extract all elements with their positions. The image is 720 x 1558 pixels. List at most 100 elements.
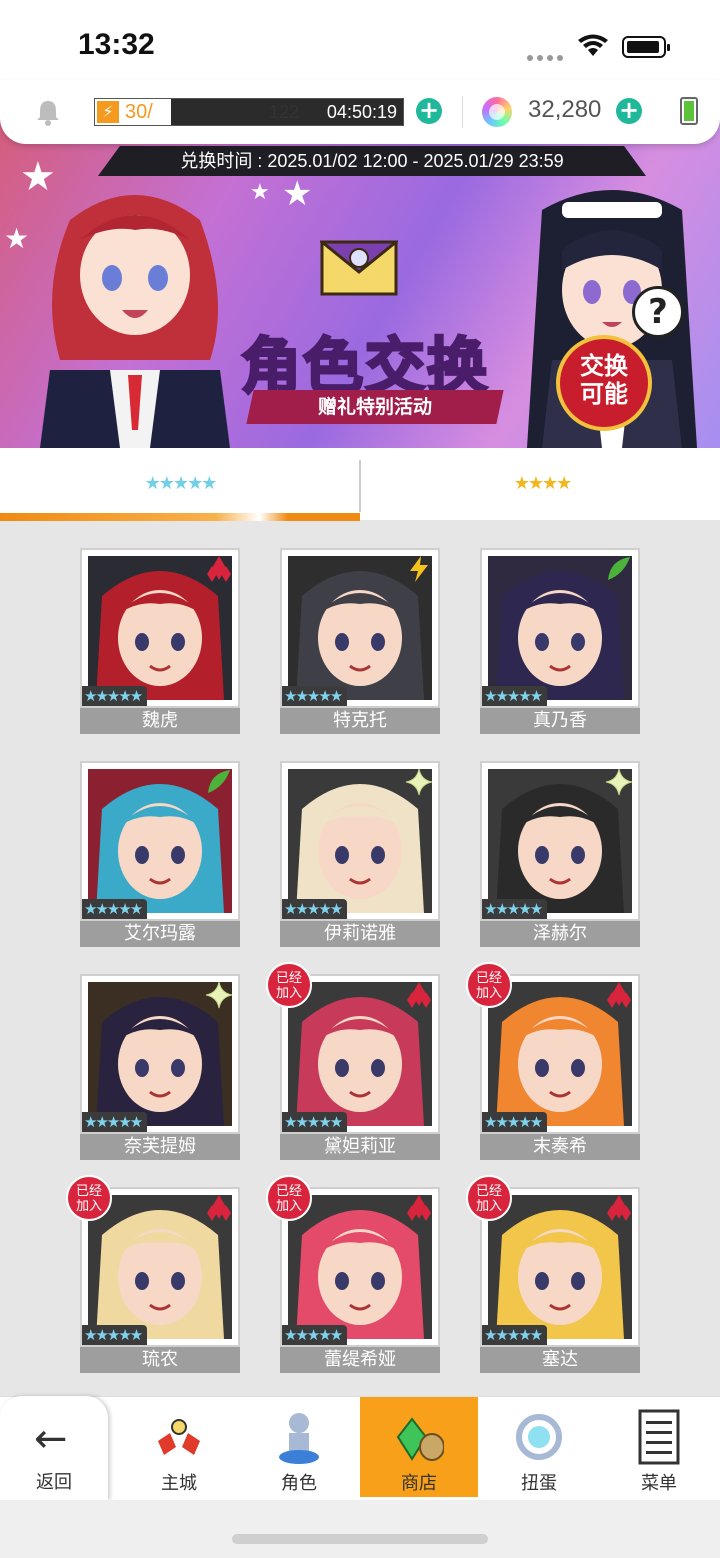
tab-separator (359, 460, 361, 512)
character-card[interactable]: ★★★★★ 蕾缇希娅 已经 加入 (266, 1175, 440, 1373)
diamond-element-icon (404, 980, 434, 1010)
gift-envelope-icon (320, 240, 398, 296)
exchange-period: 兑换时间 : 2025.01/02 12:00 - 2025.01/29 23:… (180, 151, 564, 171)
sparkle-element-icon (404, 767, 434, 797)
status-time: 13:32 (78, 28, 155, 61)
diamond-element-icon (204, 554, 234, 584)
joined-badge: 已经 加入 (466, 962, 512, 1008)
character-name: 蕾缇希娅 (280, 1347, 440, 1373)
character-name: 真乃香 (480, 708, 640, 734)
leaf-element-icon (204, 767, 234, 797)
device-battery-icon (680, 97, 698, 125)
resource-divider (462, 96, 463, 128)
character-name: 塞达 (480, 1347, 640, 1373)
character-card[interactable]: ★★★★★ 魏虎 (80, 548, 240, 734)
lightning-icon: ⚡ (97, 101, 119, 123)
character-card[interactable]: ★★★★★ 泽赫尔 (480, 761, 640, 947)
nav-label: 主城 (161, 1473, 197, 1494)
gem-icon (482, 97, 512, 127)
stamina-bar: ⚡ 30/ 122 04:50:19 (94, 98, 404, 126)
shop-icon (396, 1417, 444, 1461)
star-icon: ★ (282, 174, 313, 214)
rarity-stars: ★★★★★ (82, 686, 148, 706)
rarity-stars: ★★★★★ (282, 686, 348, 706)
home-indicator[interactable] (232, 1534, 488, 1544)
stamina-max: 122 (269, 102, 300, 122)
diamond-element-icon (604, 1193, 634, 1223)
rarity-stars: ★★★★★ (482, 899, 548, 919)
stamina-value: 30/ (125, 101, 153, 123)
event-banner: ★ ★ ★ ★ 兑换时间 : 2025.01/02 12:00 - 2025.0… (0, 110, 720, 448)
sparkle-element-icon (204, 980, 234, 1010)
character-grid: ★★★★★ 魏虎 ★★★★★ 特克托 ★★★★★ 真乃香 ★★★★★ 艾尔玛露 ★★★★★ 伊莉诺… (0, 520, 720, 1400)
rarity-stars: ★★★★★ (282, 1112, 348, 1132)
menu-icon (638, 1409, 680, 1465)
castle-icon (158, 1419, 200, 1455)
battery-icon (622, 36, 670, 58)
nav-label: 扭蛋 (521, 1473, 557, 1494)
character-name: 泽赫尔 (480, 921, 640, 947)
character-icon (279, 1413, 319, 1464)
character-name: 黛妲莉亚 (280, 1134, 440, 1160)
rarity-stars: ★★★★★ (82, 1325, 148, 1345)
status-bar: 13:32 (0, 0, 720, 80)
bottom-navigation: 主城 角色 商店 扭蛋 菜单 (0, 1396, 720, 1501)
wifi-icon (578, 34, 608, 56)
nav-castle[interactable]: 主城 (120, 1397, 238, 1497)
character-card[interactable]: ★★★★★ 末奏希 已经 加入 (466, 962, 640, 1160)
lightning-element-icon (404, 554, 434, 584)
nav-label: 菜单 (641, 1473, 677, 1494)
rarity-stars: ★★★★★ (482, 686, 548, 706)
star-icon: ★ (250, 180, 270, 205)
nav-shop[interactable]: 商店 (360, 1397, 478, 1497)
joined-badge: 已经 加入 (466, 1175, 512, 1221)
nav-gacha[interactable]: 扭蛋 (480, 1397, 598, 1497)
gacha-icon (516, 1414, 562, 1460)
nav-label: 角色 (281, 1473, 317, 1494)
star-icon: ★ (4, 222, 30, 255)
character-name: 魏虎 (80, 708, 240, 734)
exchange-available-label: 交换 可能 (580, 352, 628, 408)
diamond-element-icon (204, 1193, 234, 1223)
character-name: 奈芙提姆 (80, 1134, 240, 1160)
back-arrow-icon: ← (34, 1416, 68, 1462)
joined-badge: 已经 加入 (266, 1175, 312, 1221)
character-card[interactable]: ★★★★★ 艾尔玛露 (80, 761, 240, 947)
gem-count: 32,280 (528, 96, 602, 123)
character-name: 琉农 (80, 1347, 240, 1373)
rarity-stars: ★★★★★ (482, 1112, 548, 1132)
character-name: 特克托 (280, 708, 440, 734)
character-card[interactable]: ★★★★★ 奈芙提姆 (80, 974, 240, 1160)
banner-subtitle: 赠礼特别活动 (317, 396, 432, 418)
banner-character-left (40, 195, 230, 448)
rarity-stars: ★★★★★ (282, 1325, 348, 1345)
back-button[interactable]: ← 返回 (0, 1396, 108, 1500)
rarity-stars: ★★★★★ (482, 1325, 548, 1345)
rarity-stars: ★★★★★ (82, 899, 148, 919)
character-card[interactable]: ★★★★★ 特克托 (280, 548, 440, 734)
add-gems-button[interactable]: + (616, 98, 642, 124)
home-indicator-area (0, 1500, 720, 1558)
signal-icon (527, 46, 567, 65)
joined-badge: 已经 加入 (266, 962, 312, 1008)
rarity-stars: ★★★★★ (82, 1112, 148, 1132)
joined-badge: 已经 加入 (66, 1175, 112, 1221)
character-card[interactable]: ★★★★★ 琉农 已经 加入 (66, 1175, 240, 1373)
character-name: 末奏希 (480, 1134, 640, 1160)
tab-four-star[interactable]: ★★★★ (362, 448, 720, 520)
character-card[interactable]: ★★★★★ 伊莉诺雅 (280, 761, 440, 947)
tab-five-star[interactable]: ★★★★★ (0, 448, 360, 520)
add-stamina-button[interactable]: + (416, 98, 442, 124)
leaf-element-icon (604, 554, 634, 584)
character-card[interactable]: ★★★★★ 真乃香 (480, 548, 640, 734)
nav-character[interactable]: 角色 (240, 1397, 358, 1497)
help-button[interactable]: ? (632, 286, 684, 338)
diamond-element-icon (404, 1193, 434, 1223)
character-card[interactable]: ★★★★★ 塞达 已经 加入 (466, 1175, 640, 1373)
nav-menu[interactable]: 菜单 (600, 1397, 718, 1497)
character-card[interactable]: ★★★★★ 黛妲莉亚 已经 加入 (266, 962, 440, 1160)
character-name: 伊莉诺雅 (280, 921, 440, 947)
stamina-timer: 04:50:19 (326, 102, 397, 122)
bell-icon[interactable] (34, 98, 62, 126)
diamond-element-icon (604, 980, 634, 1010)
